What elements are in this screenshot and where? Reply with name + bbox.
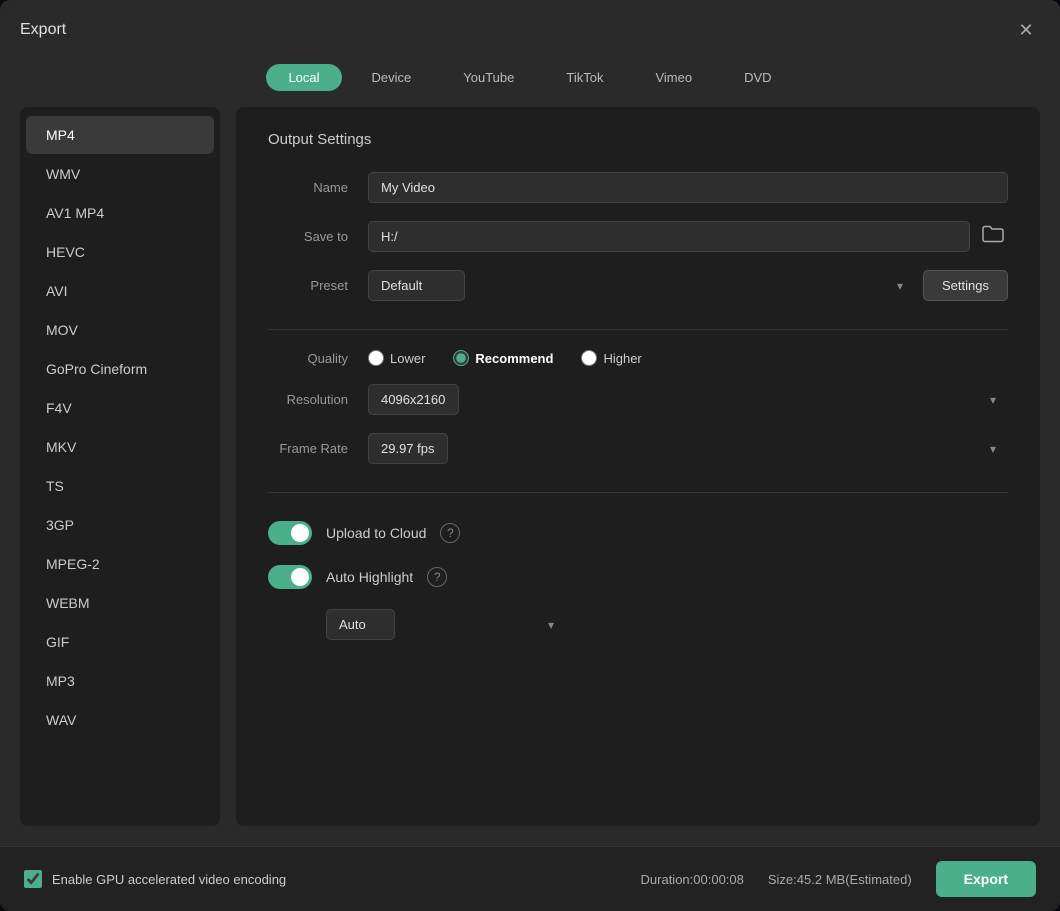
frame-rate-select[interactable]: 29.97 fps 24 fps 30 fps 60 fps	[368, 433, 448, 464]
gpu-checkbox-row: Enable GPU accelerated video encoding	[24, 870, 286, 888]
auto-highlight-dropdown-wrapper: Auto Manual	[326, 609, 566, 640]
upload-cloud-help-icon[interactable]: ?	[440, 523, 460, 543]
quality-recommend-radio[interactable]	[453, 350, 469, 366]
quality-recommend-option[interactable]: Recommend	[453, 350, 553, 366]
export-button[interactable]: Export	[936, 861, 1036, 897]
footer-info: Duration:00:00:08 Size:45.2 MB(Estimated…	[641, 861, 1036, 897]
duration-stat: Duration:00:00:08	[641, 872, 744, 887]
quality-options: Lower Recommend Higher	[368, 350, 642, 366]
format-item-webm[interactable]: WEBM	[26, 584, 214, 622]
auto-highlight-row: Auto Highlight ?	[268, 565, 1008, 589]
format-list: MP4 WMV AV1 MP4 HEVC AVI MOV GoPro Cinef…	[20, 107, 220, 826]
gpu-label: Enable GPU accelerated video encoding	[52, 872, 286, 887]
tabs-bar: Local Device YouTube TikTok Vimeo DVD	[0, 56, 1060, 107]
gpu-checkbox[interactable]	[24, 870, 42, 888]
auto-highlight-label: Auto Highlight	[326, 569, 413, 585]
format-item-mkv[interactable]: MKV	[26, 428, 214, 466]
auto-highlight-slider	[268, 565, 312, 589]
folder-browse-button[interactable]	[978, 221, 1008, 252]
resolution-row: Resolution 4096x2160 1920x1080 1280x720 …	[268, 384, 1008, 415]
frame-rate-label: Frame Rate	[268, 441, 348, 456]
format-item-mp4[interactable]: MP4	[26, 116, 214, 154]
format-item-mov[interactable]: MOV	[26, 311, 214, 349]
close-button[interactable]: ✕	[1012, 16, 1040, 44]
quality-lower-label: Lower	[390, 351, 425, 366]
dialog-footer: Enable GPU accelerated video encoding Du…	[0, 846, 1060, 911]
auto-highlight-dropdown-row: Auto Manual	[326, 609, 1008, 640]
folder-icon	[982, 225, 1004, 243]
preset-select[interactable]: Default High Quality Low Quality	[368, 270, 465, 301]
auto-highlight-help-icon[interactable]: ?	[427, 567, 447, 587]
format-item-gopro[interactable]: GoPro Cineform	[26, 350, 214, 388]
quality-label: Quality	[268, 351, 348, 366]
dialog-body: MP4 WMV AV1 MP4 HEVC AVI MOV GoPro Cinef…	[0, 107, 1060, 846]
settings-button[interactable]: Settings	[923, 270, 1008, 301]
output-panel: Output Settings Name Save to	[236, 107, 1040, 826]
divider	[268, 329, 1008, 330]
output-settings-title: Output Settings	[268, 131, 1008, 148]
format-item-mpeg2[interactable]: MPEG-2	[26, 545, 214, 583]
preset-input-group: Default High Quality Low Quality Setting…	[368, 270, 1008, 301]
preset-row: Preset Default High Quality Low Quality …	[268, 270, 1008, 301]
tab-tiktok[interactable]: TikTok	[544, 64, 625, 91]
upload-cloud-label: Upload to Cloud	[326, 525, 426, 541]
frame-rate-dropdown-wrapper: 29.97 fps 24 fps 30 fps 60 fps	[368, 433, 1008, 464]
upload-cloud-row: Upload to Cloud ?	[268, 521, 1008, 545]
auto-highlight-toggle[interactable]	[268, 565, 312, 589]
save-to-row: Save to	[268, 221, 1008, 252]
format-item-gif[interactable]: GIF	[26, 623, 214, 661]
save-to-input[interactable]	[368, 221, 970, 252]
preset-label: Preset	[268, 278, 348, 293]
format-item-f4v[interactable]: F4V	[26, 389, 214, 427]
toggle-section: Upload to Cloud ? Auto Highlight ?	[268, 521, 1008, 640]
dialog-title: Export	[20, 21, 66, 39]
name-row: Name	[268, 172, 1008, 203]
quality-lower-option[interactable]: Lower	[368, 350, 425, 366]
preset-dropdown-wrapper: Default High Quality Low Quality	[368, 270, 915, 301]
quality-row: Quality Lower Recommend Higher	[268, 350, 1008, 366]
frame-rate-row: Frame Rate 29.97 fps 24 fps 30 fps 60 fp…	[268, 433, 1008, 464]
upload-cloud-toggle[interactable]	[268, 521, 312, 545]
format-item-wav[interactable]: WAV	[26, 701, 214, 739]
resolution-select[interactable]: 4096x2160 1920x1080 1280x720 720x480	[368, 384, 459, 415]
name-input[interactable]	[368, 172, 1008, 203]
tab-device[interactable]: Device	[350, 64, 434, 91]
upload-cloud-slider	[268, 521, 312, 545]
quality-recommend-label: Recommend	[475, 351, 553, 366]
tab-local[interactable]: Local	[266, 64, 341, 91]
format-item-avi[interactable]: AVI	[26, 272, 214, 310]
size-stat: Size:45.2 MB(Estimated)	[768, 872, 912, 887]
format-item-mp3[interactable]: MP3	[26, 662, 214, 700]
auto-highlight-select[interactable]: Auto Manual	[326, 609, 395, 640]
format-item-hevc[interactable]: HEVC	[26, 233, 214, 271]
quality-higher-label: Higher	[603, 351, 641, 366]
export-dialog: Export ✕ Local Device YouTube TikTok Vim…	[0, 0, 1060, 911]
format-item-wmv[interactable]: WMV	[26, 155, 214, 193]
quality-higher-radio[interactable]	[581, 350, 597, 366]
quality-higher-option[interactable]: Higher	[581, 350, 641, 366]
resolution-label: Resolution	[268, 392, 348, 407]
quality-lower-radio[interactable]	[368, 350, 384, 366]
dialog-overlay: Export ✕ Local Device YouTube TikTok Vim…	[0, 0, 1060, 911]
tab-youtube[interactable]: YouTube	[441, 64, 536, 91]
save-to-input-group	[368, 221, 1008, 252]
format-item-av1mp4[interactable]: AV1 MP4	[26, 194, 214, 232]
tab-dvd[interactable]: DVD	[722, 64, 793, 91]
format-item-ts[interactable]: TS	[26, 467, 214, 505]
format-item-3gp[interactable]: 3GP	[26, 506, 214, 544]
tab-vimeo[interactable]: Vimeo	[633, 64, 714, 91]
dialog-header: Export ✕	[0, 0, 1060, 56]
save-to-label: Save to	[268, 229, 348, 244]
resolution-dropdown-wrapper: 4096x2160 1920x1080 1280x720 720x480	[368, 384, 1008, 415]
name-label: Name	[268, 180, 348, 195]
divider-2	[268, 492, 1008, 493]
